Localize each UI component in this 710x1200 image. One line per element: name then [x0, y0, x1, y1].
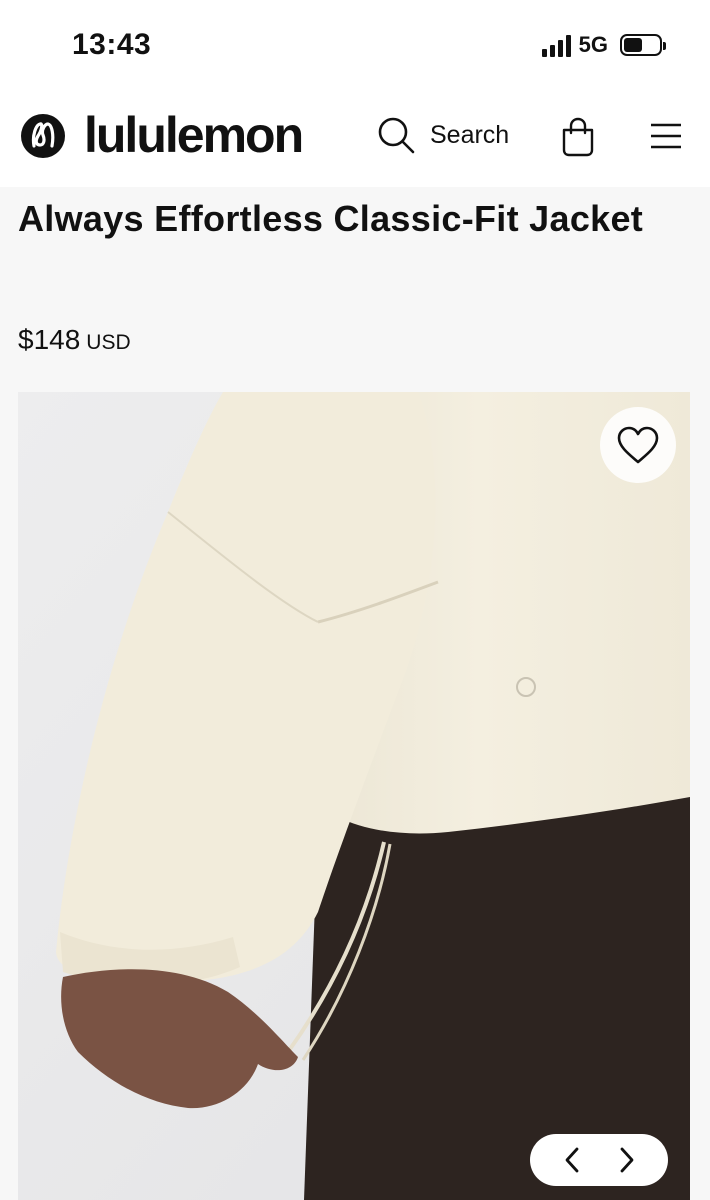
- search-button[interactable]: Search: [376, 115, 509, 155]
- wishlist-button[interactable]: [600, 407, 676, 483]
- heart-icon: [617, 426, 659, 464]
- chevron-left-icon[interactable]: [562, 1146, 582, 1174]
- product-image-carousel[interactable]: [18, 392, 690, 1200]
- search-icon: [378, 117, 415, 154]
- price-currency: USD: [86, 331, 131, 354]
- site-header: lululemon Search: [0, 95, 710, 187]
- brand-wordmark[interactable]: lululemon: [84, 105, 304, 165]
- status-indicators: 5G: [541, 32, 666, 58]
- chevron-right-icon[interactable]: [617, 1146, 637, 1174]
- shopping-bag-icon[interactable]: [560, 117, 596, 157]
- lululemon-logo-icon[interactable]: [20, 113, 66, 159]
- status-bar: 13:43 5G: [0, 0, 710, 95]
- product-title: Always Effortless Classic-Fit Jacket: [18, 198, 644, 239]
- hamburger-menu-icon[interactable]: [650, 123, 682, 149]
- network-label: 5G: [578, 32, 608, 57]
- product-photo: [18, 392, 690, 1200]
- price: $148 USD: [18, 324, 131, 356]
- battery-icon: [620, 34, 666, 56]
- price-amount: $148: [18, 324, 81, 355]
- carousel-controls: [530, 1134, 668, 1186]
- search-label: Search: [430, 120, 510, 149]
- signal-icon: [541, 33, 571, 57]
- status-time: 13:43: [72, 28, 152, 61]
